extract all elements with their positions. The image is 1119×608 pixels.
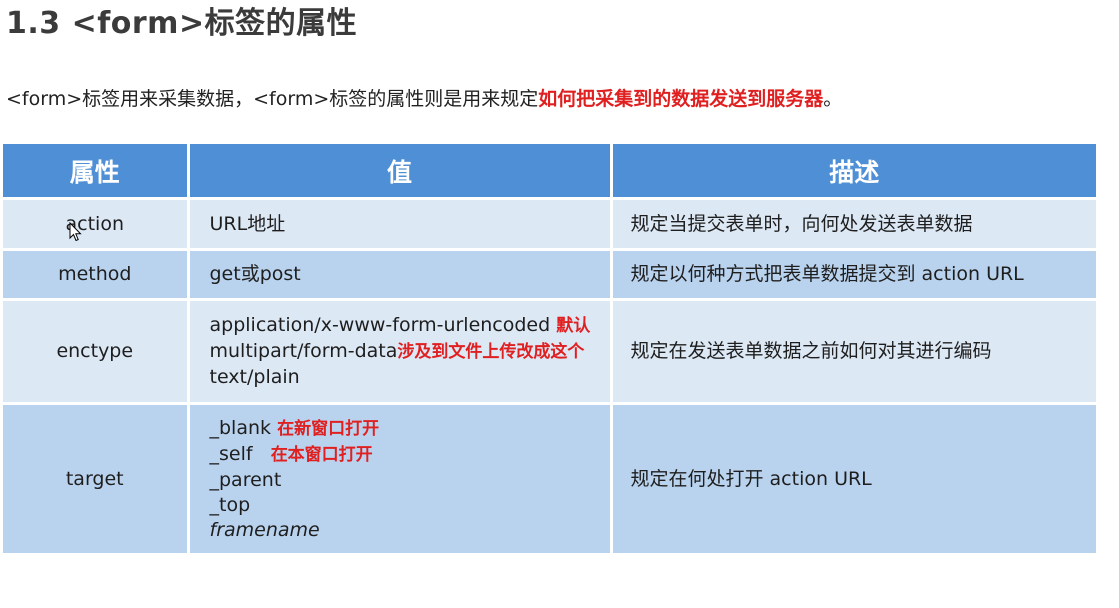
intro-end: 。 bbox=[823, 88, 843, 110]
value-line: multipart/form-data bbox=[209, 340, 398, 362]
table-header-row: 属性 值 描述 bbox=[3, 144, 1096, 200]
table-row: enctype application/x-www-form-urlencode… bbox=[3, 299, 1096, 405]
mouse-pointer-icon bbox=[69, 222, 82, 242]
value-note: 涉及到文件上传改成这个 bbox=[397, 342, 585, 362]
value-cell: URL地址 bbox=[188, 198, 613, 251]
value-line: get或post bbox=[209, 263, 301, 285]
value-line: _blank bbox=[209, 416, 272, 439]
intro-text: <form>标签用来采集数据，<form>标签的属性则是用来规定 bbox=[6, 88, 539, 110]
intro-paragraph: <form>标签用来采集数据，<form>标签的属性则是用来规定如何把采集到的数… bbox=[6, 84, 842, 111]
table-row: method get或post 规定以何种方式把表单数据提交到 action U… bbox=[3, 249, 1096, 301]
description-cell: 规定当提交表单时，向何处发送表单数据 bbox=[611, 198, 1096, 251]
header-value: 值 bbox=[188, 144, 613, 200]
description-cell: 规定在何处打开 action URL bbox=[611, 403, 1096, 556]
value-cell: get或post bbox=[188, 249, 613, 301]
value-line: text/plain bbox=[209, 366, 300, 388]
value-note: 在新窗口打开 bbox=[277, 418, 380, 439]
value-line: _top bbox=[209, 493, 251, 516]
value-note: 默认 bbox=[556, 316, 591, 336]
value-note: 在本窗口打开 bbox=[270, 444, 373, 465]
attr-cell: enctype bbox=[3, 299, 190, 405]
value-line: framename bbox=[209, 518, 320, 541]
attributes-table: 属性 值 描述 action URL地址 规定当提交表单时，向何处发送表单数据 … bbox=[3, 144, 1096, 556]
header-attribute: 属性 bbox=[3, 144, 190, 200]
value-cell: _blank 在新窗口打开 _self 在本窗口打开 _parent _top … bbox=[188, 403, 613, 556]
value-line: _self bbox=[209, 442, 253, 465]
attr-cell: target bbox=[3, 403, 190, 556]
value-line: URL地址 bbox=[209, 212, 286, 235]
value-line: application/x-www-form-urlencoded bbox=[209, 314, 551, 336]
description-cell: 规定在发送表单数据之前如何对其进行编码 bbox=[611, 299, 1096, 405]
intro-highlight: 如何把采集到的数据发送到服务器 bbox=[538, 88, 824, 110]
table-row: action URL地址 规定当提交表单时，向何处发送表单数据 bbox=[3, 198, 1096, 251]
table-row: target _blank 在新窗口打开 _self 在本窗口打开 _paren… bbox=[3, 403, 1096, 556]
attr-cell: action bbox=[3, 198, 190, 251]
header-description: 描述 bbox=[611, 144, 1096, 200]
value-cell: application/x-www-form-urlencoded 默认 mul… bbox=[188, 299, 613, 405]
value-line: _parent bbox=[209, 468, 282, 491]
page-title: 1.3 <form>标签的属性 bbox=[6, 6, 358, 41]
description-cell: 规定以何种方式把表单数据提交到 action URL bbox=[611, 249, 1096, 301]
attr-cell: method bbox=[3, 249, 190, 301]
